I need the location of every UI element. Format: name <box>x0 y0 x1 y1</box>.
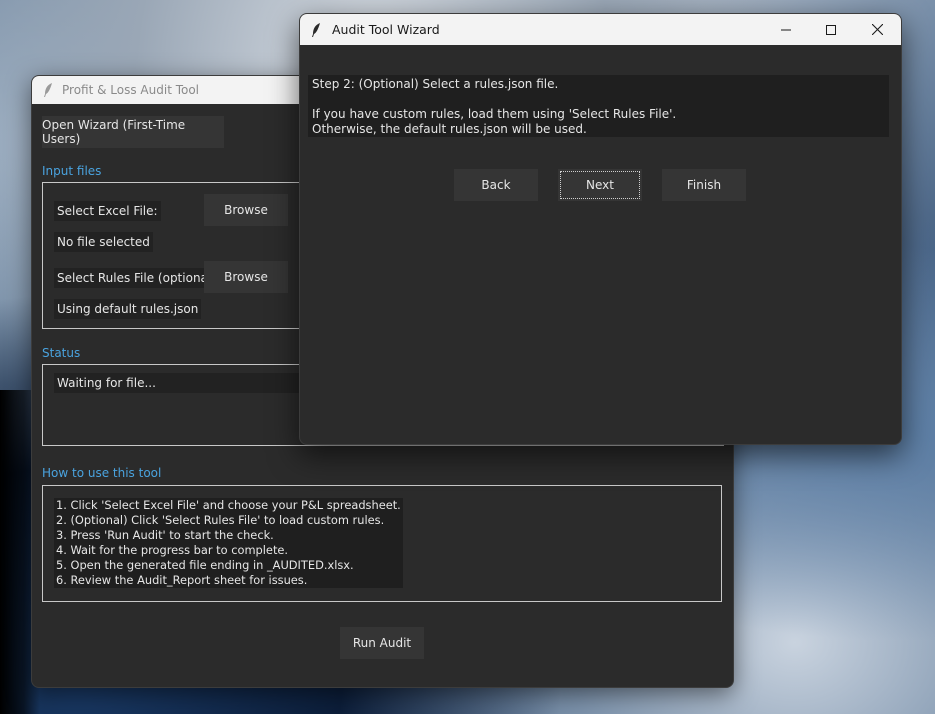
howto-line: 6. Review the Audit_Report sheet for iss… <box>56 573 308 587</box>
browse-excel-button[interactable]: Browse <box>204 194 288 226</box>
run-audit-button[interactable]: Run Audit <box>340 627 424 659</box>
howto-line: 1. Click 'Select Excel File' and choose … <box>56 498 401 512</box>
howto-text: 1. Click 'Select Excel File' and choose … <box>54 498 403 588</box>
howto-label: How to use this tool <box>42 466 162 480</box>
input-files-label: Input files <box>42 164 102 178</box>
finish-button[interactable]: Finish <box>662 169 746 201</box>
step-line <box>312 92 885 107</box>
maximize-icon[interactable] <box>808 14 854 45</box>
step-description: Step 2: (Optional) Select a rules.json f… <box>308 75 889 137</box>
step-line: If you have custom rules, load them usin… <box>312 107 677 121</box>
step-line: Otherwise, the default rules.json will b… <box>312 122 587 136</box>
excel-file-status: No file selected <box>54 232 153 252</box>
select-rules-label: Select Rules File (optional): <box>54 268 223 288</box>
howto-line: 3. Press 'Run Audit' to start the check. <box>56 528 274 542</box>
wizard-title: Audit Tool Wizard <box>332 22 440 37</box>
rules-file-status: Using default rules.json <box>54 299 202 319</box>
howto-line: 5. Open the generated file ending in _AU… <box>56 558 354 572</box>
feather-icon <box>42 82 54 98</box>
open-wizard-button[interactable]: Open Wizard (First-Time Users) <box>42 116 224 148</box>
wizard-window: Audit Tool Wizard Step 2: (Optional) Sel… <box>299 13 902 445</box>
wizard-titlebar[interactable]: Audit Tool Wizard <box>300 14 901 45</box>
close-icon[interactable] <box>854 14 900 45</box>
howto-line: 4. Wait for the progress bar to complete… <box>56 543 289 557</box>
feather-icon <box>310 22 322 38</box>
howto-frame: 1. Click 'Select Excel File' and choose … <box>42 485 722 602</box>
main-window-title: Profit & Loss Audit Tool <box>62 83 200 97</box>
next-button[interactable]: Next <box>558 169 642 201</box>
step-line: Step 2: (Optional) Select a rules.json f… <box>312 77 559 91</box>
back-button[interactable]: Back <box>454 169 538 201</box>
browse-rules-button[interactable]: Browse <box>204 261 288 293</box>
howto-line: 2. (Optional) Click 'Select Rules File' … <box>56 513 385 527</box>
select-excel-label: Select Excel File: <box>54 201 161 221</box>
status-label: Status <box>42 346 81 360</box>
minimize-icon[interactable] <box>763 14 809 45</box>
